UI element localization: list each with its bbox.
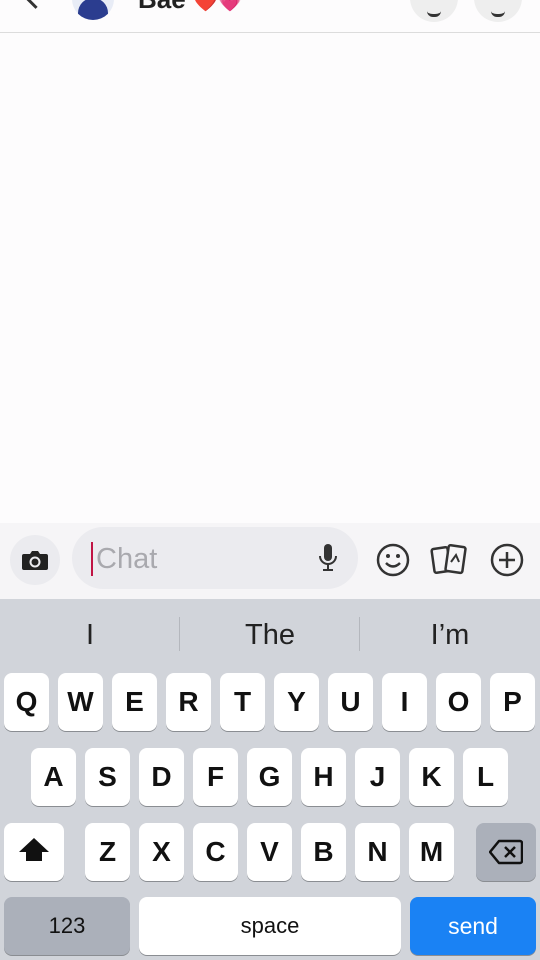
video-camera-icon xyxy=(491,8,505,17)
call-button[interactable] xyxy=(410,0,458,22)
key-u[interactable]: U xyxy=(328,673,373,731)
key-z[interactable]: Z xyxy=(85,823,130,881)
contact-name[interactable]: Bae ❤️💗 xyxy=(138,0,243,17)
stickers-button[interactable] xyxy=(424,535,474,585)
chat-messages-area[interactable] xyxy=(0,33,540,523)
avatar-body xyxy=(78,0,108,20)
send-key[interactable]: send xyxy=(410,897,536,955)
key-j[interactable]: J xyxy=(355,748,400,806)
suggestion-item[interactable]: I’m xyxy=(360,613,540,657)
contact-name-text: Bae xyxy=(138,0,186,14)
camera-button[interactable] xyxy=(10,535,60,585)
avatar[interactable] xyxy=(72,0,114,20)
key-i[interactable]: I xyxy=(382,673,427,731)
chat-input-bar: Chat xyxy=(0,523,540,599)
camera-icon xyxy=(22,551,48,570)
key-o[interactable]: O xyxy=(436,673,481,731)
key-x[interactable]: X xyxy=(139,823,184,881)
chat-placeholder: Chat xyxy=(96,543,158,575)
contact-emoji: ❤️💗 xyxy=(192,0,243,13)
phone-icon xyxy=(427,8,441,17)
key-n[interactable]: N xyxy=(355,823,400,881)
keyboard: I The I’m Q W E R T Y U I O P A S D F G … xyxy=(0,599,540,960)
key-v[interactable]: V xyxy=(247,823,292,881)
key-r[interactable]: R xyxy=(166,673,211,731)
key-e[interactable]: E xyxy=(112,673,157,731)
suggestion-bar: I The I’m xyxy=(0,599,540,671)
key-s[interactable]: S xyxy=(85,748,130,806)
shift-key[interactable] xyxy=(4,823,64,881)
key-w[interactable]: W xyxy=(58,673,103,731)
key-m[interactable]: M xyxy=(409,823,454,881)
key-h[interactable]: H xyxy=(301,748,346,806)
cards-icon xyxy=(430,544,467,575)
key-b[interactable]: B xyxy=(301,823,346,881)
key-f[interactable]: F xyxy=(193,748,238,806)
text-caret xyxy=(91,542,93,576)
plus-circle-icon xyxy=(490,543,524,577)
key-q[interactable]: Q xyxy=(4,673,49,731)
space-key[interactable]: space xyxy=(139,897,401,955)
emoji-button[interactable] xyxy=(368,535,418,585)
chat-input[interactable]: Chat xyxy=(72,527,358,589)
suggestion-item[interactable]: The xyxy=(180,613,360,657)
chevron-left-icon[interactable] xyxy=(22,0,49,9)
key-l[interactable]: L xyxy=(463,748,508,806)
backspace-key[interactable] xyxy=(476,823,536,881)
key-k[interactable]: K xyxy=(409,748,454,806)
key-c[interactable]: C xyxy=(193,823,238,881)
key-p[interactable]: P xyxy=(490,673,535,731)
microphone-icon[interactable] xyxy=(318,543,338,573)
key-a[interactable]: A xyxy=(31,748,76,806)
key-t[interactable]: T xyxy=(220,673,265,731)
video-call-button[interactable] xyxy=(474,0,522,22)
key-g[interactable]: G xyxy=(247,748,292,806)
backspace-icon xyxy=(489,839,523,865)
key-d[interactable]: D xyxy=(139,748,184,806)
key-y[interactable]: Y xyxy=(274,673,319,731)
numbers-key[interactable]: 123 xyxy=(4,897,130,955)
plus-button[interactable] xyxy=(482,535,532,585)
smiley-icon xyxy=(376,543,410,577)
chat-header: Bae ❤️💗 xyxy=(0,0,540,33)
suggestion-item[interactable]: I xyxy=(0,613,180,657)
